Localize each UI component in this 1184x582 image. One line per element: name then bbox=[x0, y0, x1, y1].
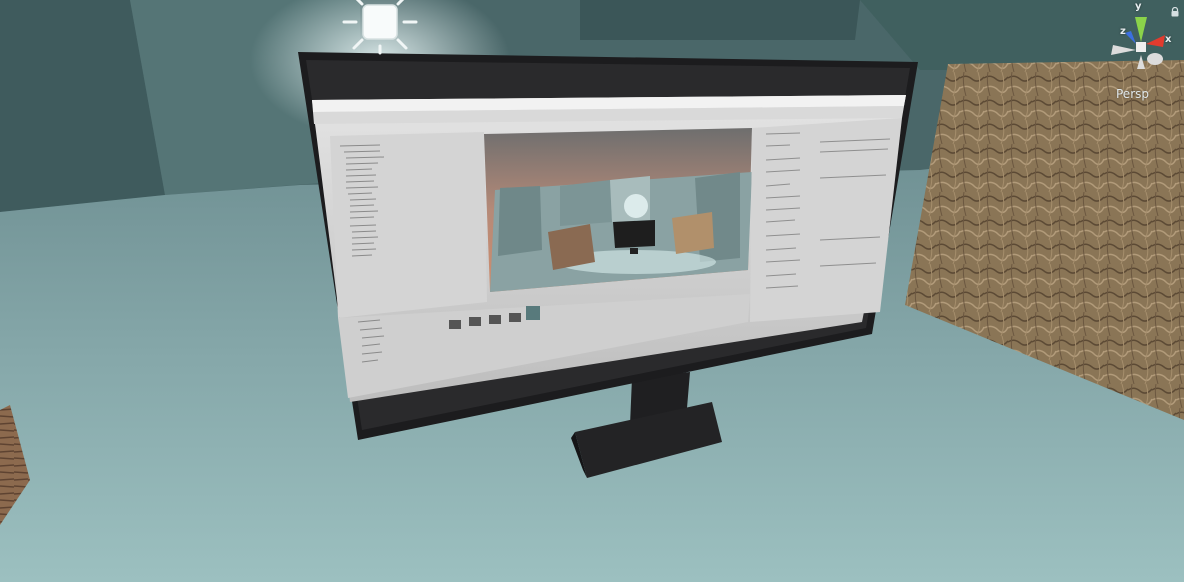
gizmo-y-label: y bbox=[1135, 1, 1142, 12]
scene-view-canvas[interactable] bbox=[0, 0, 1184, 582]
gizmo-x-label: x bbox=[1165, 34, 1172, 45]
room-back-block bbox=[580, 0, 860, 40]
lock-icon[interactable] bbox=[1170, 7, 1180, 17]
camera-mode-label[interactable]: Persp bbox=[1116, 87, 1149, 101]
gizmo-z-label: z bbox=[1120, 26, 1126, 37]
